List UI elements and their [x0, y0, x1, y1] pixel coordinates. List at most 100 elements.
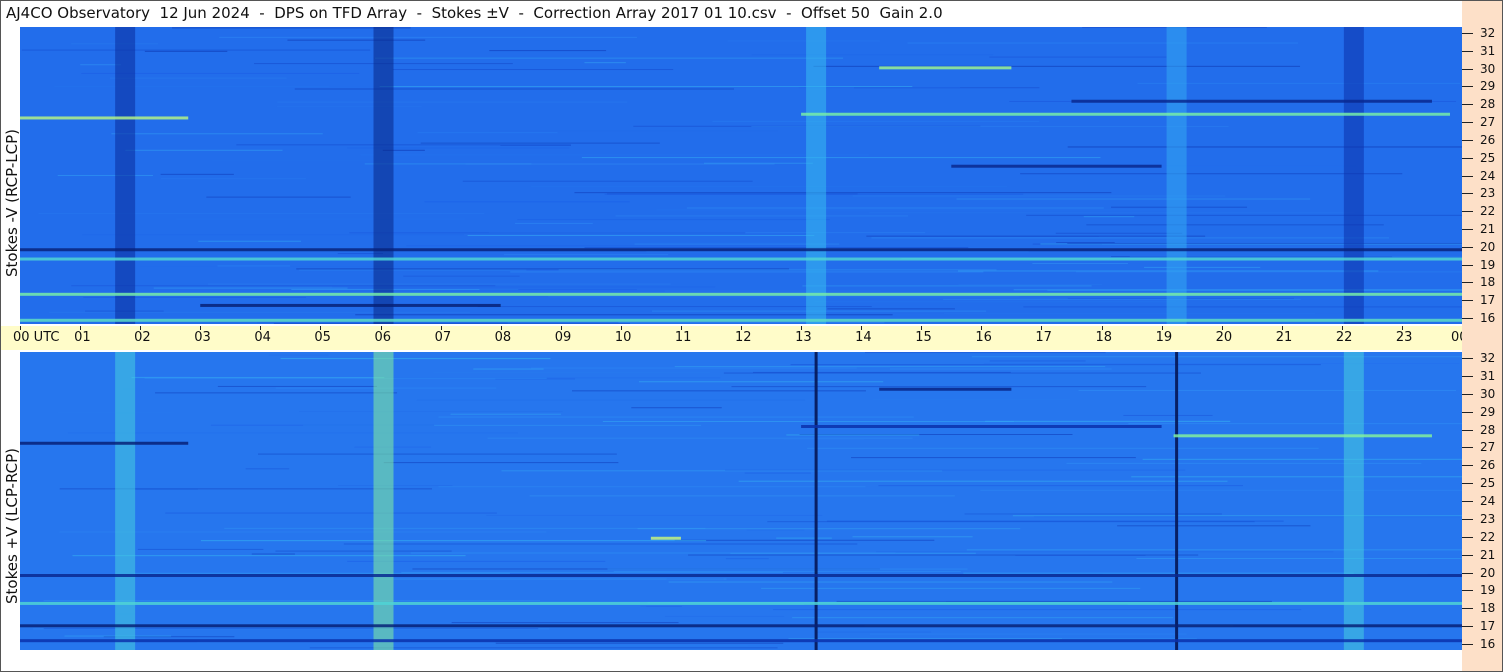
time-tick-label: 21: [1275, 330, 1293, 345]
horizontal-feature: [801, 425, 1162, 428]
heatmap-noise-line: [738, 480, 1228, 482]
freq-tick-label: 26: [1480, 132, 1496, 147]
freq-tick: [1462, 68, 1473, 70]
heatmap-noise-line: [744, 472, 812, 474]
heatmap-noise-line: [727, 428, 943, 430]
heatmap-noise-line: [515, 222, 593, 224]
heatmap-noise-line: [1083, 216, 1135, 218]
heatmap-noise-line: [465, 163, 775, 165]
horizontal-feature: [20, 248, 1462, 252]
horizontal-feature: [650, 536, 681, 540]
heatmap-noise-line: [1131, 476, 1462, 478]
heatmap-noise-line: [943, 312, 1315, 314]
freq-tick: [1462, 518, 1473, 520]
heatmap-noise-line: [258, 453, 617, 455]
vertical-feature: [1166, 27, 1187, 324]
heatmap-noise-line: [360, 154, 869, 156]
heatmap-noise-line: [473, 368, 544, 370]
vertical-feature: [806, 27, 827, 324]
heatmap-noise-line: [638, 381, 884, 383]
heatmap-noise-line: [966, 549, 1462, 551]
horizontal-feature: [951, 164, 1162, 168]
heatmap-noise-line: [1026, 214, 1462, 216]
heatmap-noise-line: [963, 572, 1354, 574]
freq-tick: [1462, 139, 1473, 141]
heatmap-noise-line: [238, 606, 647, 608]
spectrogram-top: [20, 27, 1462, 324]
heatmap-noise-line: [467, 235, 815, 237]
heatmap-noise-line: [783, 438, 864, 440]
freq-tick-label: 28: [1480, 422, 1496, 437]
heatmap-noise-line: [665, 356, 708, 358]
heatmap-noise-line: [433, 372, 711, 374]
heatmap-noise-line: [489, 130, 779, 132]
heatmap-noise-line: [410, 552, 896, 554]
horizontal-feature: [1071, 99, 1432, 103]
heatmap-noise-line: [869, 212, 1355, 214]
time-tick-label: 01: [74, 330, 91, 345]
freq-tick: [1462, 175, 1473, 177]
time-tick-label: 18: [1095, 330, 1113, 345]
heatmap-noise-line: [851, 457, 1136, 459]
freq-tick: [1462, 465, 1473, 467]
heatmap-noise-line: [776, 537, 832, 539]
time-tick-label: 14: [855, 330, 872, 345]
heatmap-noise-line: [451, 622, 679, 624]
heatmap-noise-line: [374, 57, 844, 59]
freq-tick-label: 20: [1480, 239, 1496, 254]
freq-tick-label: 28: [1480, 97, 1496, 112]
heatmap-noise-line: [581, 157, 1101, 159]
heatmap-noise-line: [406, 245, 810, 247]
freq-tick: [1462, 86, 1473, 88]
horizontal-feature: [879, 387, 1012, 391]
freq-tick-label: 27: [1480, 115, 1496, 130]
heatmap-noise-line: [1144, 266, 1261, 268]
heatmap-noise-line: [479, 289, 637, 291]
bottom-panel-ylabel: Stokes +V (LCP-RCP): [3, 448, 21, 604]
heatmap-noise-line: [268, 354, 329, 356]
horizontal-feature: [20, 292, 1462, 296]
heatmap-noise-line: [773, 609, 1302, 611]
freq-tick-label: 27: [1480, 440, 1496, 455]
heatmap-noise-line: [296, 268, 790, 270]
freq-tick: [1462, 193, 1473, 195]
heatmap-noise-line: [420, 142, 660, 144]
heatmap-noise-line: [731, 386, 1147, 388]
heatmap-noise-line: [712, 120, 1040, 122]
heatmap-noise-line: [1136, 558, 1462, 560]
heatmap-noise-line: [637, 528, 1021, 530]
heatmap-noise-line: [486, 514, 823, 516]
heatmap-noise-line: [826, 520, 1284, 522]
freq-tick: [1462, 626, 1473, 628]
heatmap-noise-line: [1142, 458, 1462, 460]
heatmap-noise-line: [275, 550, 452, 552]
heatmap-noise-line: [569, 644, 749, 646]
heatmap-noise-line: [817, 631, 932, 633]
heatmap-noise-line: [153, 287, 348, 289]
heatmap-noise-line: [495, 642, 784, 644]
heatmap-noise-line: [438, 486, 866, 488]
heatmap-noise-line: [82, 234, 465, 236]
heatmap-noise-line: [1123, 414, 1213, 416]
heatmap-noise-line: [49, 311, 471, 313]
freq-tick: [1462, 447, 1473, 449]
heatmap-noise-line: [1067, 242, 1462, 244]
heatmap-noise-line: [964, 513, 1222, 515]
heatmap-noise-line: [462, 180, 753, 182]
heatmap-noise-line: [878, 485, 1243, 487]
heatmap-noise-line: [280, 358, 551, 360]
heatmap-noise-line: [79, 613, 254, 615]
horizontal-feature: [20, 574, 1462, 577]
heatmap-noise-line: [943, 298, 1301, 300]
heatmap-noise-line: [1062, 637, 1462, 639]
heatmap-noise-line: [751, 54, 994, 56]
heatmap-noise-line: [401, 571, 783, 573]
freq-tick-label: 29: [1480, 404, 1496, 419]
heatmap-noise-line: [1066, 462, 1422, 464]
heatmap-noise-line: [807, 447, 1319, 449]
vertical-feature: [115, 352, 136, 650]
heatmap-noise-line: [531, 186, 1008, 188]
heatmap-noise-line: [613, 570, 961, 572]
freq-tick-label: 19: [1480, 583, 1496, 598]
freq-tick-label: 21: [1480, 221, 1496, 236]
